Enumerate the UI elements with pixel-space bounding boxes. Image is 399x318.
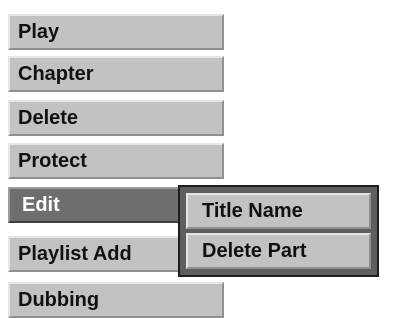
submenu-item-title-name[interactable]: Title Name xyxy=(186,193,371,229)
menu-item-label: Edit xyxy=(22,193,60,216)
menu-item-play[interactable]: Play xyxy=(8,14,224,50)
submenu-item-delete-part[interactable]: Delete Part xyxy=(186,233,371,269)
menu-item-label: Chapter xyxy=(18,62,94,85)
submenu-item-label: Title Name xyxy=(202,199,303,222)
menu-item-label: Delete xyxy=(18,106,79,129)
edit-submenu: Title Name Delete Part xyxy=(178,185,379,277)
menu-item-delete[interactable]: Delete xyxy=(8,100,224,136)
menu-item-label: Protect xyxy=(18,149,87,172)
menu-item-chapter[interactable]: Chapter xyxy=(8,56,224,92)
menu-item-protect[interactable]: Protect xyxy=(8,143,224,179)
menu-item-label: Play xyxy=(18,20,60,43)
menu-item-label: Dubbing xyxy=(18,288,100,311)
menu-item-label: Playlist Add xyxy=(18,242,132,265)
submenu-item-label: Delete Part xyxy=(202,239,307,262)
menu-item-dubbing[interactable]: Dubbing xyxy=(8,282,224,318)
